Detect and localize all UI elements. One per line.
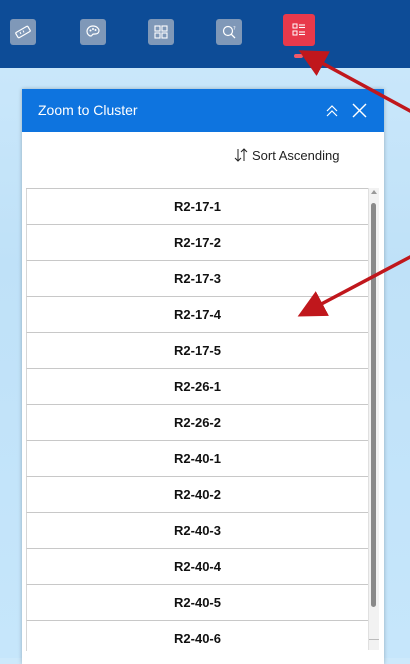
cluster-list-item[interactable]: R2-40-2 <box>26 477 368 513</box>
measure-tool-button[interactable] <box>10 19 36 45</box>
cluster-list-item[interactable]: R2-40-1 <box>26 441 368 477</box>
active-indicator <box>294 54 303 58</box>
panel-title: Zoom to Cluster <box>38 102 138 118</box>
scroll-bottom <box>369 639 379 650</box>
sort-icon <box>234 148 248 162</box>
layers-grid-button[interactable] <box>148 19 174 45</box>
cluster-list-item[interactable]: R2-17-4 <box>26 297 368 333</box>
cluster-list-item[interactable]: R2-40-3 <box>26 513 368 549</box>
list-icon <box>292 23 305 36</box>
ruler-icon <box>15 25 31 39</box>
cluster-list-item[interactable]: R2-17-1 <box>26 189 368 225</box>
cluster-list-item[interactable]: R2-40-5 <box>26 585 368 621</box>
panel-header: Zoom to Cluster <box>22 89 384 132</box>
cluster-list-item[interactable]: R2-26-1 <box>26 369 368 405</box>
query-icon: ? <box>222 25 236 39</box>
cluster-list-item[interactable]: R2-17-5 <box>26 333 368 369</box>
scroll-up-arrow[interactable] <box>371 190 377 194</box>
top-toolbar: ? <box>0 0 410 68</box>
zoom-to-cluster-panel: Zoom to Cluster Sort Ascending R2-17-1 R2… <box>22 89 384 664</box>
scroll-thumb[interactable] <box>371 203 376 607</box>
collapse-icon[interactable] <box>323 102 341 120</box>
cluster-list-item[interactable]: R2-40-6 <box>26 621 368 651</box>
svg-text:?: ? <box>233 26 236 32</box>
zoom-to-cluster-button[interactable] <box>283 14 315 46</box>
palette-icon <box>86 25 100 37</box>
cluster-list-item[interactable]: R2-17-3 <box>26 261 368 297</box>
grid-icon <box>154 25 168 39</box>
query-tool-button[interactable]: ? <box>216 19 242 45</box>
sort-label: Sort Ascending <box>252 147 340 163</box>
sort-ascending-button[interactable]: Sort Ascending <box>233 147 339 163</box>
close-icon[interactable] <box>350 101 369 120</box>
cluster-list-item[interactable]: R2-17-2 <box>26 225 368 261</box>
cluster-list: R2-17-1 R2-17-2 R2-17-3 R2-17-4 R2-17-5 R2-26… <box>26 188 368 651</box>
scrollbar[interactable] <box>368 188 379 650</box>
cluster-list-item[interactable]: R2-26-2 <box>26 405 368 441</box>
cluster-list-item[interactable]: R2-40-4 <box>26 549 368 585</box>
draw-tool-button[interactable] <box>80 19 106 45</box>
